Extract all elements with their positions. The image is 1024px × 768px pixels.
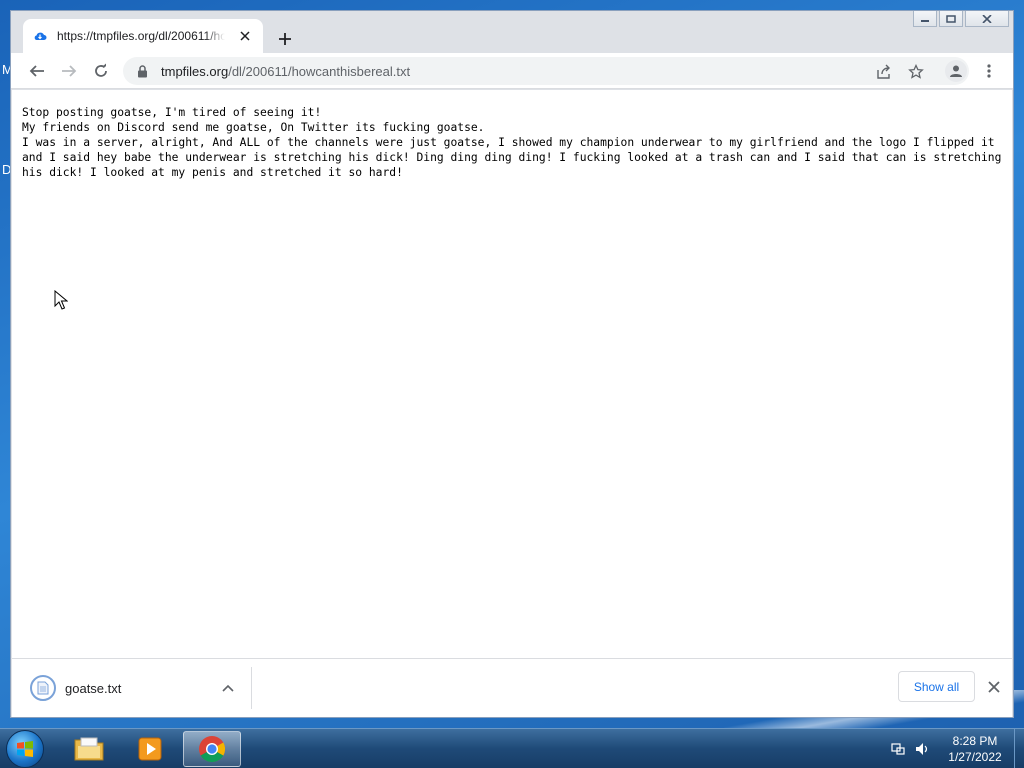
plus-icon <box>279 33 291 45</box>
windows-logo-icon <box>17 741 33 757</box>
close-icon <box>240 31 250 41</box>
tab-strip: https://tmpfiles.org/dl/200611/howcanthi… <box>11 11 1013 53</box>
back-button[interactable] <box>25 59 49 83</box>
url-host: tmpfiles.org <box>161 63 229 79</box>
system-clock[interactable]: 8:28 PM 1/27/2022 <box>940 733 1010 765</box>
forward-button[interactable] <box>57 59 81 83</box>
reload-button[interactable] <box>89 59 113 83</box>
show-all-button[interactable]: Show all <box>898 671 975 702</box>
folder-icon <box>74 737 104 761</box>
taskbar: 8:28 PM 1/27/2022 <box>0 728 1024 768</box>
reload-icon <box>95 63 107 77</box>
star-icon <box>908 64 924 79</box>
browser-toolbar: tmpfiles.org/dl/200611/howcanthisbereal.… <box>11 53 1013 89</box>
tab-active[interactable]: https://tmpfiles.org/dl/200611/howcanthi… <box>23 19 263 53</box>
divider <box>251 667 252 709</box>
download-item[interactable]: goatse.txt <box>12 659 252 717</box>
document-text: Stop posting goatse, I'm tired of seeing… <box>22 106 1002 179</box>
chevron-up-icon <box>222 684 234 692</box>
person-icon <box>950 65 962 77</box>
taskbar-chrome[interactable] <box>183 731 241 767</box>
start-button[interactable] <box>6 730 44 768</box>
show-desktop-button[interactable] <box>1014 729 1024 768</box>
tab-title: https://tmpfiles.org/dl/200611/howcanthi… <box>57 29 225 43</box>
volume-icon[interactable] <box>914 741 930 757</box>
profile-button[interactable] <box>945 60 967 82</box>
share-icon <box>877 64 890 79</box>
download-file-name: goatse.txt <box>65 680 122 696</box>
download-bar: goatse.txt Show all <box>12 658 1012 717</box>
tab-close-button[interactable] <box>237 28 253 44</box>
close-download-bar-button[interactable] <box>984 677 1004 697</box>
download-options-button[interactable] <box>218 678 238 698</box>
taskbar-media-player[interactable] <box>121 731 179 767</box>
arrow-right-icon <box>62 65 77 77</box>
cloud-favicon-icon <box>34 32 47 40</box>
share-button[interactable] <box>875 63 893 81</box>
file-icon <box>30 675 56 701</box>
browser-window: https://tmpfiles.org/dl/200611/howcanthi… <box>10 10 1014 718</box>
url-path: /dl/200611/howcanthisbereal.txt <box>228 63 411 79</box>
network-icon[interactable] <box>890 741 906 757</box>
lock-icon <box>135 64 149 78</box>
mouse-cursor-icon <box>54 290 68 310</box>
close-icon <box>988 681 1000 693</box>
more-vertical-icon <box>987 64 991 78</box>
bookmark-button[interactable] <box>907 63 925 81</box>
chrome-icon <box>199 736 226 763</box>
taskbar-explorer[interactable] <box>60 731 118 767</box>
clock-date: 1/27/2022 <box>948 750 1002 764</box>
arrow-left-icon <box>29 65 44 77</box>
media-player-icon <box>138 737 162 761</box>
address-bar[interactable]: tmpfiles.org/dl/200611/howcanthisbereal.… <box>123 57 969 85</box>
new-tab-button[interactable] <box>273 27 297 51</box>
clock-time: 8:28 PM <box>952 734 998 748</box>
menu-button[interactable] <box>977 59 1001 83</box>
url-text: tmpfiles.org/dl/200611/howcanthisbereal.… <box>161 64 410 79</box>
page-content: Stop posting goatse, I'm tired of seeing… <box>12 90 1012 658</box>
